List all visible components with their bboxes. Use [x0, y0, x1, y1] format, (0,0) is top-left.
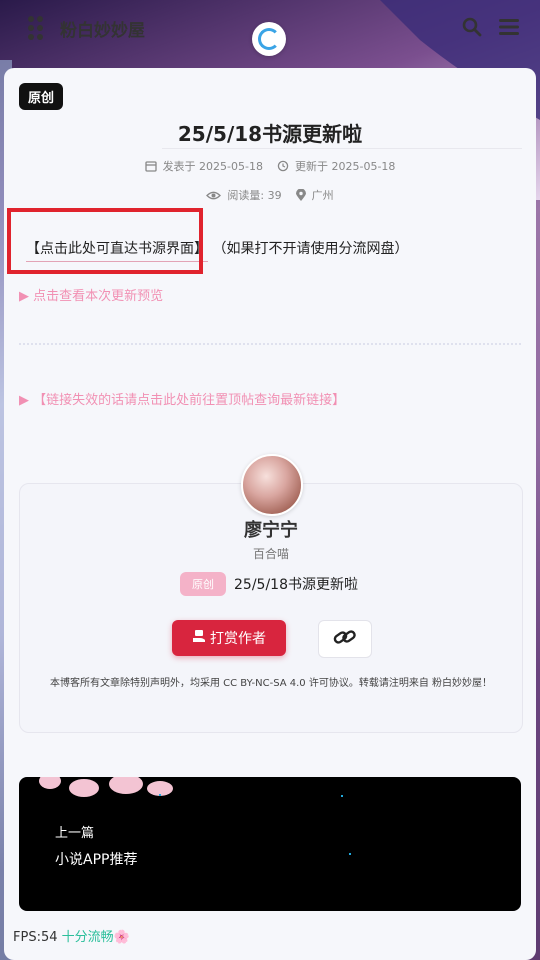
- author-name: 廖宁宁: [244, 520, 298, 541]
- eye-icon: [206, 190, 222, 201]
- license-notice: 本博客所有文章除特别声明外，均采用 CC BY-NC-SA 4.0 许可协议。转…: [49, 678, 493, 689]
- view-count: 阅读量: 39: [227, 189, 282, 202]
- original-post-row: 原创 25/5/18书源更新啦: [180, 572, 358, 596]
- previous-post-panel[interactable]: 上一篇 小说APP推荐: [19, 777, 521, 911]
- fps-value: FPS:54: [13, 930, 58, 945]
- original-post-title: 25/5/18书源更新啦: [234, 577, 358, 593]
- highlight-box: [7, 208, 203, 274]
- original-badge: 原创: [19, 83, 64, 110]
- dotted-divider: [19, 343, 521, 345]
- link-chain-icon: [333, 629, 357, 649]
- fps-counter: FPS:54 十分流畅🌸: [13, 926, 130, 945]
- author-subtitle: 百合喵: [252, 547, 289, 561]
- updated-date: 更新于 2025-05-18: [295, 160, 396, 173]
- author-card: 廖宁宁 百合喵 原创 25/5/18书源更新啦 打赏作者 本博客所有文章除特别声…: [19, 454, 523, 733]
- search-icon[interactable]: [459, 14, 485, 40]
- tip-author-button[interactable]: 打赏作者: [172, 620, 286, 656]
- sparkle-deco: [341, 795, 343, 797]
- netdisk-note: （如果打不开请使用分流网盘）: [212, 241, 409, 257]
- update-preview-toggle[interactable]: ▶ 点击查看本次更新预览: [19, 285, 163, 304]
- post-card: 原创 25/5/18书源更新啦 发表于 2025-05-18 更新于 2025-…: [4, 68, 536, 960]
- post-location: 广州: [311, 189, 334, 202]
- site-title[interactable]: 粉白妙妙屋: [60, 16, 145, 41]
- previous-post-title[interactable]: 小说APP推荐: [55, 849, 137, 869]
- original-badge-small: 原创: [180, 572, 226, 596]
- cherry-blossom-deco: [69, 779, 99, 797]
- sparkle-deco: [349, 853, 351, 855]
- previous-post-label: 上一篇: [55, 826, 95, 841]
- loading-spinner-icon: [252, 22, 286, 56]
- hamburger-menu-icon[interactable]: [496, 14, 522, 40]
- history-icon: [277, 160, 289, 172]
- published-date: 发表于 2025-05-18: [162, 160, 263, 173]
- post-dates: 发表于 2025-05-18 更新于 2025-05-18: [4, 158, 536, 174]
- cherry-blossom-deco: [109, 777, 143, 794]
- sparkle-deco: [159, 794, 161, 796]
- calendar-icon: [144, 160, 157, 172]
- fps-status: 十分流畅🌸: [61, 930, 130, 945]
- cherry-blossom-deco: [39, 777, 61, 789]
- author-avatar[interactable]: [241, 454, 303, 516]
- post-title: 25/5/18书源更新啦: [177, 122, 363, 146]
- gift-hand-icon: [192, 629, 206, 647]
- share-link-button[interactable]: [318, 620, 372, 658]
- tip-button-label: 打赏作者: [210, 631, 266, 647]
- title-divider: [162, 148, 522, 149]
- post-stats: 阅读量: 39 广州: [4, 187, 536, 203]
- expired-link-notice[interactable]: ▶ 【链接失效的话请点击此处前往置顶帖查询最新链接】: [19, 389, 345, 408]
- grid-menu-icon[interactable]: [22, 15, 48, 41]
- location-pin-icon: [295, 188, 306, 202]
